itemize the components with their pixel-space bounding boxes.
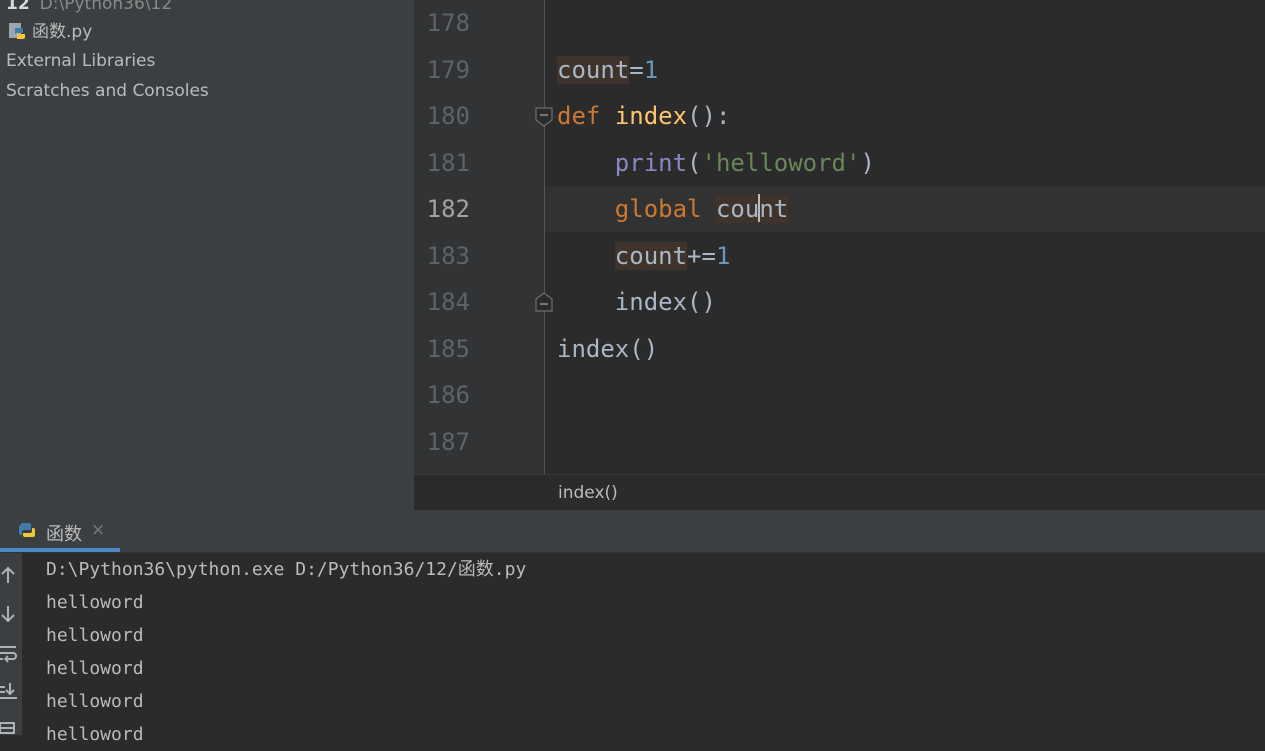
- tree-item-external-libraries[interactable]: External Libraries: [6, 47, 155, 75]
- project-tool-window: 12 D:\Python36\12 函数.py External Librarie…: [0, 0, 414, 510]
- code-editor[interactable]: 178 179 180 181 182 183 184 185 186 187 …: [414, 0, 1265, 474]
- python-file-icon: [19, 523, 35, 537]
- code-line-179: count=1: [557, 56, 659, 84]
- line-number: 184: [426, 288, 470, 316]
- tab-active-indicator: [0, 548, 120, 552]
- line-number: 178: [426, 9, 470, 37]
- up-arrow-icon[interactable]: [0, 565, 18, 585]
- console-line: helloword: [46, 592, 144, 613]
- unfold-icon[interactable]: [535, 292, 553, 312]
- line-number: 179: [426, 56, 470, 84]
- line-number: 185: [426, 335, 470, 363]
- gutter-divider: [544, 0, 545, 474]
- line-number: 183: [426, 242, 470, 270]
- run-tool-window-header: 函数 ×: [0, 510, 1265, 553]
- print-icon[interactable]: [0, 719, 18, 739]
- soft-wrap-icon[interactable]: [0, 643, 18, 663]
- console-line: helloword: [46, 625, 144, 646]
- tree-item-file[interactable]: 函数.py: [8, 18, 92, 46]
- run-tab-label: 函数: [46, 524, 82, 545]
- line-number: 180: [426, 102, 470, 130]
- line-number: 187: [426, 428, 470, 456]
- console-line: helloword: [46, 658, 144, 679]
- console-line-command: D:\Python36\python.exe D:/Python36/12/函数…: [46, 559, 527, 580]
- line-number: 186: [426, 381, 470, 409]
- run-tab[interactable]: 函数 ×: [0, 510, 120, 552]
- folder-path: D:\Python36\12: [39, 0, 173, 14]
- code-line-184: index(): [614, 288, 716, 316]
- code-line-180: def index():: [557, 102, 731, 130]
- tree-item-scratches[interactable]: Scratches and Consoles: [6, 77, 209, 105]
- close-icon[interactable]: ×: [91, 520, 105, 540]
- console-line: helloword: [46, 691, 144, 712]
- breadcrumb-item[interactable]: index(): [558, 483, 618, 503]
- tree-item-folder-12[interactable]: 12 D:\Python36\12: [6, 0, 172, 18]
- python-file-icon: [9, 23, 25, 39]
- folder-name: 12: [6, 0, 30, 14]
- down-arrow-icon[interactable]: [0, 604, 18, 624]
- code-line-183: count+=1: [614, 242, 731, 270]
- run-toolbar: [0, 553, 22, 735]
- breadcrumb: index(): [414, 474, 1265, 511]
- code-line-182: global count: [614, 194, 789, 223]
- file-name: 函数.py: [32, 22, 93, 42]
- scratches-label: Scratches and Consoles: [6, 81, 209, 101]
- code-line-181: print('helloword'): [614, 149, 875, 177]
- line-number: 181: [426, 149, 470, 177]
- scroll-to-end-icon[interactable]: [0, 681, 18, 701]
- code-line-185: index(): [557, 335, 659, 363]
- console-output[interactable]: D:\Python36\python.exe D:/Python36/12/函数…: [22, 553, 1265, 745]
- external-libraries-label: External Libraries: [6, 51, 156, 71]
- fold-icon[interactable]: [535, 107, 553, 127]
- line-number-current: 182: [426, 195, 470, 223]
